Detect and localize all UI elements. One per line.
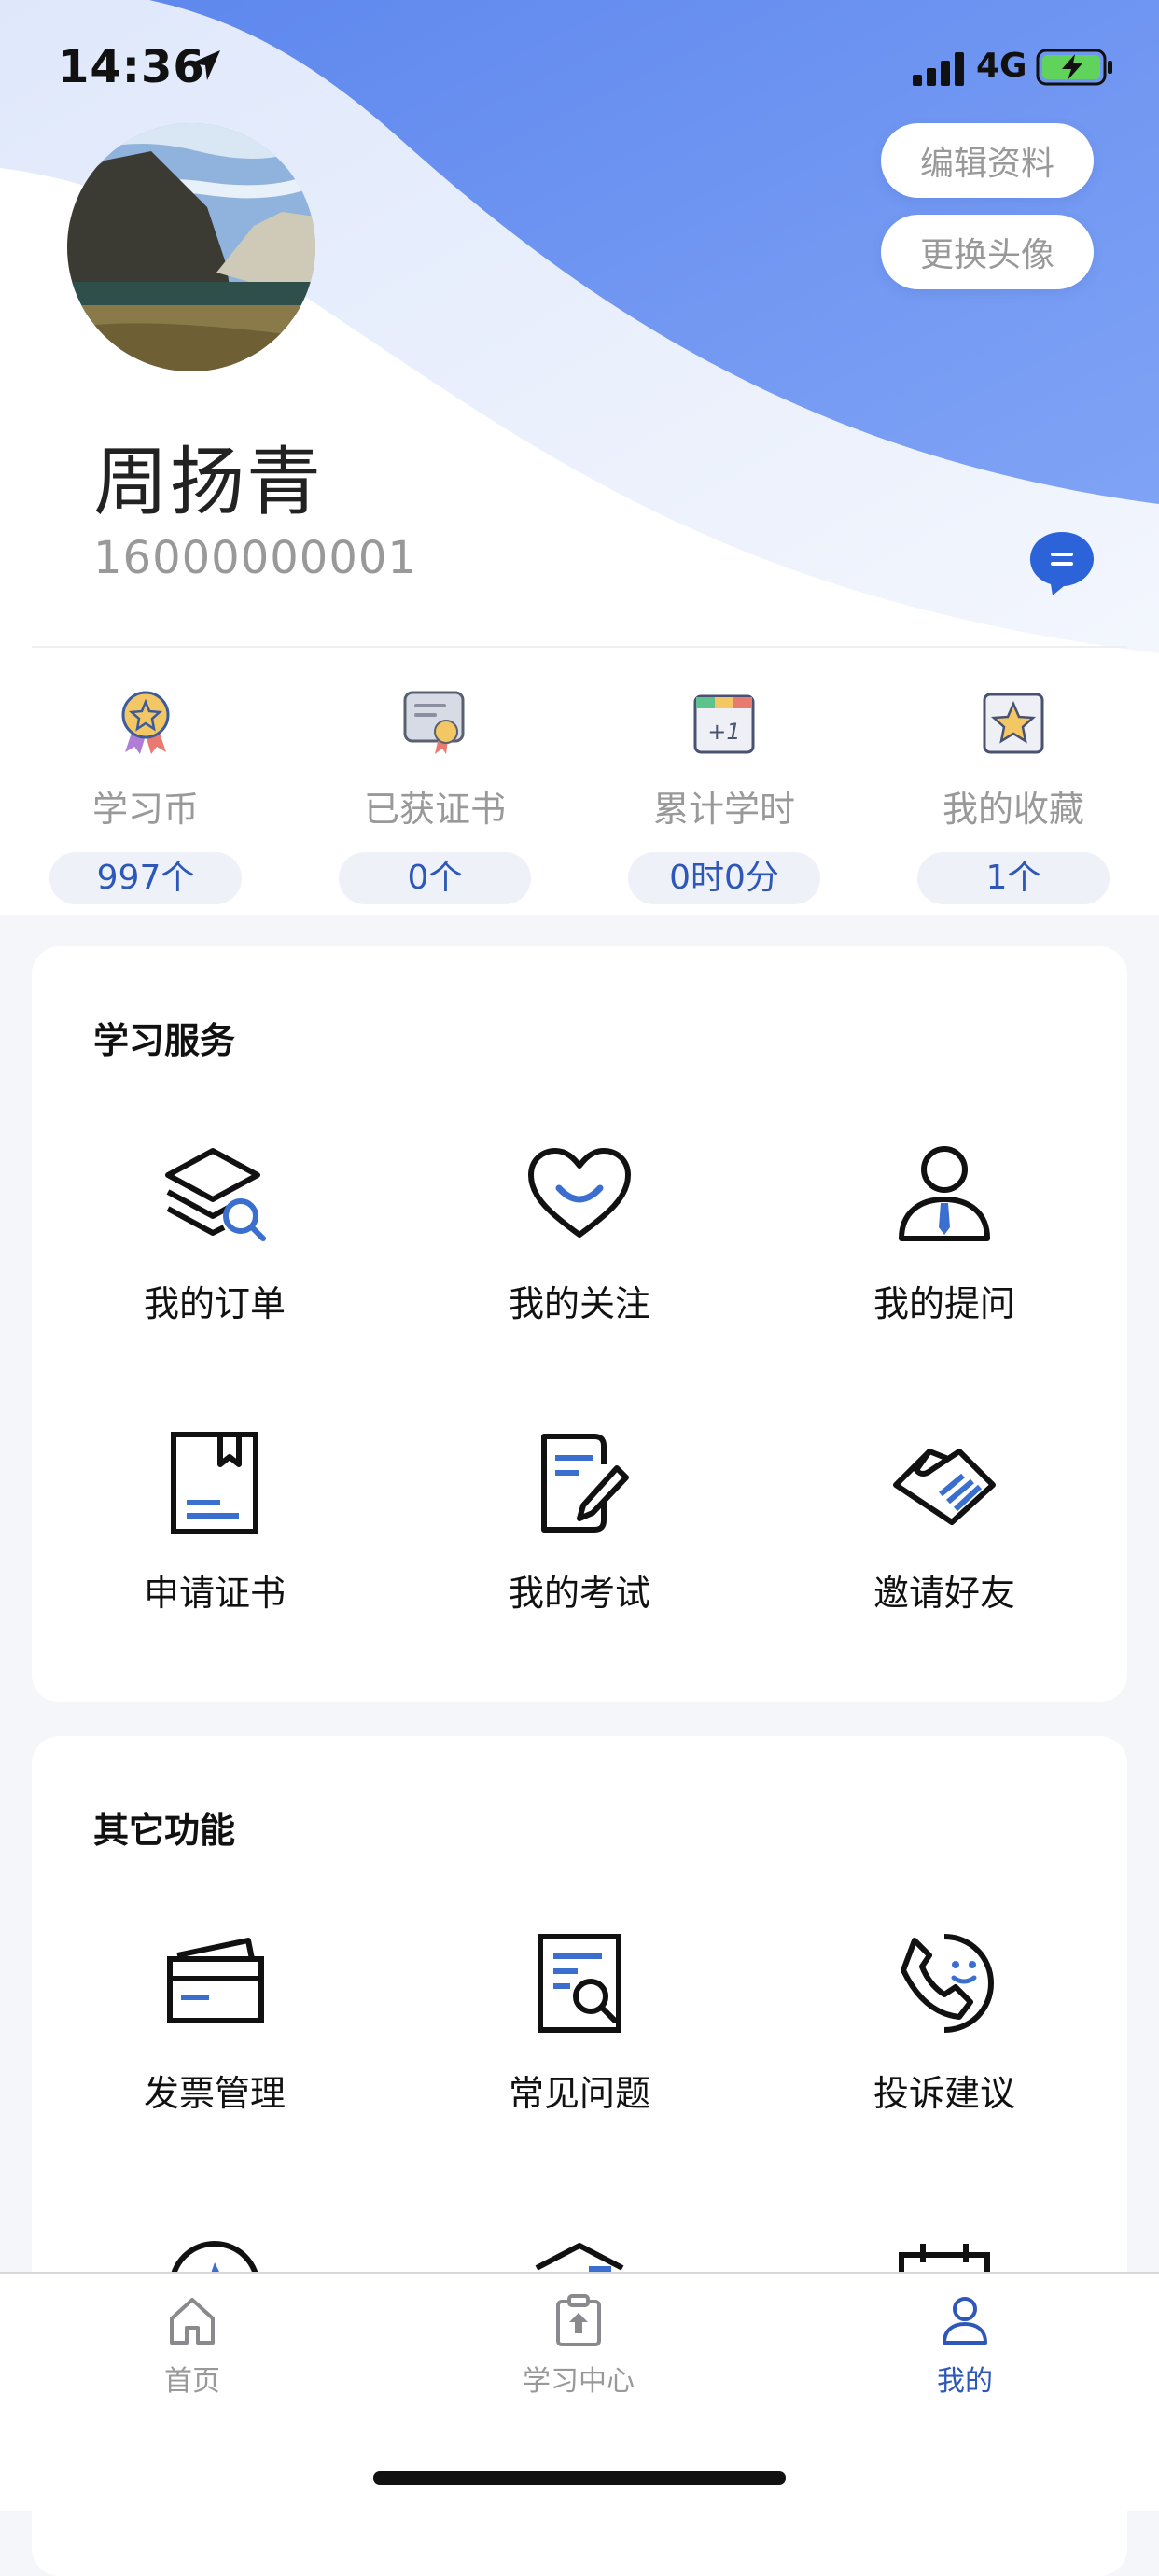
star-icon: [901, 681, 1125, 756]
user-icon: [943, 2297, 987, 2345]
home-indicator: [373, 2471, 786, 2485]
stat-study-hours[interactable]: +1 累计学时 0时0分: [612, 681, 836, 904]
stat-value: 1个: [917, 852, 1110, 904]
grid-label: 申请证书: [143, 1573, 286, 1614]
stat-certificates[interactable]: 已获证书 0个: [323, 681, 547, 904]
study-services-card: 学习服务 我的订单 我的关注 我的提问 申请证书 我的考试 邀请好友: [32, 946, 1127, 1702]
section-title: 学习服务: [93, 1020, 236, 1061]
change-avatar-button[interactable]: 更换头像: [881, 215, 1094, 289]
status-time: 14:36: [58, 41, 205, 93]
document-pen-icon: [440, 1422, 719, 1544]
stat-value: 0个: [339, 852, 531, 904]
section-title: 其它功能: [93, 1810, 236, 1851]
document-search-icon: [440, 1923, 719, 2044]
stat-label: 已获证书: [363, 789, 506, 830]
my-orders-button[interactable]: 我的订单: [75, 1133, 355, 1326]
grid-label: 我的考试: [508, 1573, 650, 1614]
edit-profile-button[interactable]: 编辑资料: [881, 123, 1094, 198]
tab-label: 我的: [937, 2365, 993, 2398]
user-phone: 16000000001: [93, 532, 417, 584]
grid-label: 我的订单: [143, 1283, 286, 1324]
my-follows-button[interactable]: 我的关注: [440, 1133, 719, 1326]
tab-study-center[interactable]: 学习中心: [467, 2292, 691, 2399]
stat-label: 学习币: [91, 789, 199, 830]
phone-smile-icon: [804, 1923, 1084, 2044]
my-questions-button[interactable]: 我的提问: [804, 1133, 1084, 1326]
tab-label: 首页: [164, 2365, 220, 2398]
invite-friends-button[interactable]: 邀请好友: [804, 1422, 1084, 1616]
grid-label: 我的提问: [873, 1283, 1015, 1324]
grid-label: 我的关注: [508, 1283, 650, 1324]
grid-label: 投诉建议: [873, 2073, 1015, 2114]
certificate-icon: [323, 681, 547, 756]
stat-label: 累计学时: [652, 789, 795, 830]
person-icon: [804, 1133, 1084, 1254]
handshake-icon: [804, 1422, 1084, 1544]
calendar-plus-one-icon: +1: [612, 681, 836, 756]
location-arrow-icon: [187, 47, 224, 88]
network-type: 4G: [976, 47, 1027, 85]
my-exams-button[interactable]: 我的考试: [440, 1422, 719, 1616]
stat-study-coins[interactable]: 学习币 997个: [34, 681, 258, 904]
tab-label: 学习中心: [523, 2365, 635, 2398]
signal-icon: [913, 52, 967, 90]
complaints-suggestions-button[interactable]: 投诉建议: [804, 1923, 1084, 2116]
card-icon: [75, 1923, 355, 2044]
layers-search-icon: [75, 1133, 355, 1254]
stat-value: 997个: [49, 852, 242, 904]
grid-label: 发票管理: [143, 2073, 286, 2114]
stat-value: 0时0分: [628, 852, 820, 904]
clipboard-upload-icon: [556, 2294, 601, 2346]
grid-label: 邀请好友: [873, 1573, 1015, 1614]
svg-text:+1: +1: [707, 719, 740, 745]
avatar[interactable]: [67, 123, 315, 371]
faq-button[interactable]: 常见问题: [440, 1923, 719, 2116]
home-icon: [170, 2298, 215, 2345]
tab-mine[interactable]: 我的: [853, 2292, 1077, 2399]
grid-label: 常见问题: [508, 2073, 650, 2114]
user-name: 周扬青: [93, 439, 323, 525]
medal-icon: [34, 681, 258, 756]
bookmark-book-icon: [75, 1422, 355, 1544]
divider: [32, 646, 1127, 648]
stat-label: 我的收藏: [942, 789, 1084, 830]
heart-icon: [440, 1133, 719, 1254]
stat-favorites[interactable]: 我的收藏 1个: [901, 681, 1125, 904]
battery-icon: [1036, 49, 1114, 90]
message-bubble-icon[interactable]: [1026, 528, 1097, 603]
invoice-management-button[interactable]: 发票管理: [75, 1923, 355, 2116]
apply-certificate-button[interactable]: 申请证书: [75, 1422, 355, 1616]
tab-home[interactable]: 首页: [80, 2292, 304, 2399]
